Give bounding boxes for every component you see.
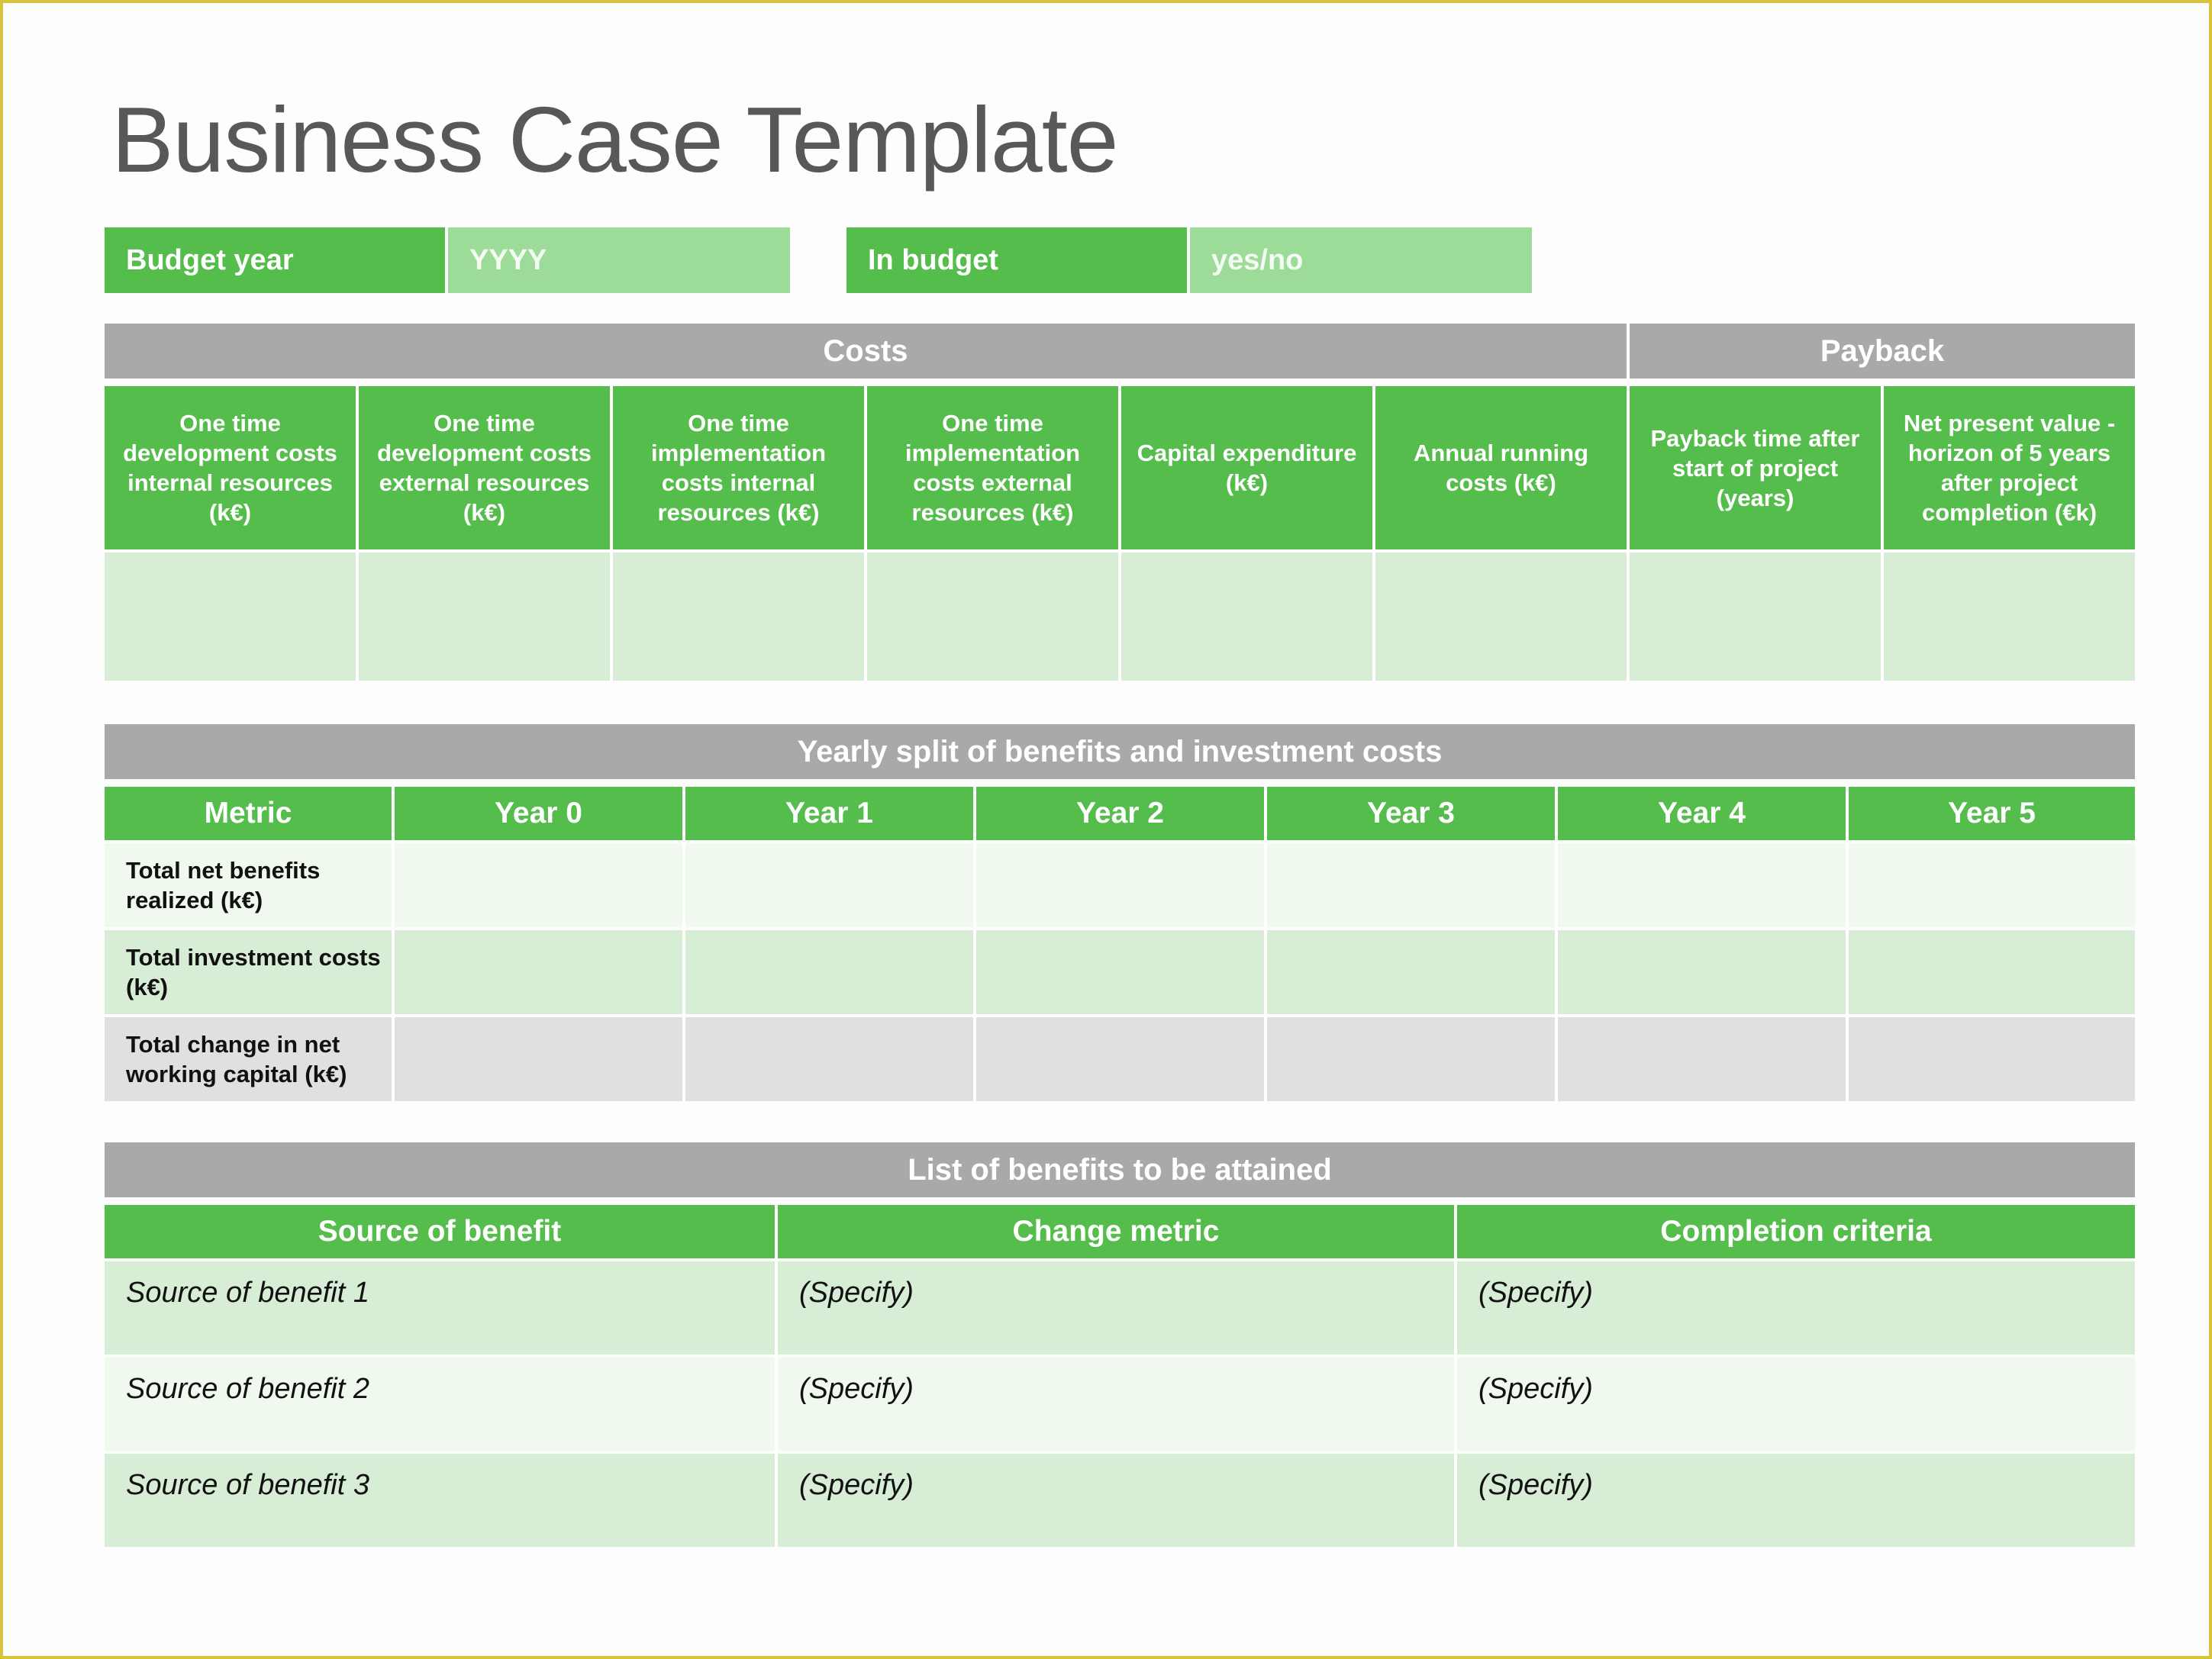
- column-header: Capital expenditure (k€): [1121, 386, 1375, 549]
- column-header-change-metric: Change metric: [778, 1205, 1457, 1258]
- column-header: One time implementation costs external r…: [867, 386, 1121, 549]
- table-cell[interactable]: [685, 843, 976, 927]
- column-header-year: Year 4: [1558, 787, 1849, 840]
- table-cell[interactable]: [685, 930, 976, 1014]
- costs-column-headers: One time development costs internal reso…: [105, 386, 2135, 549]
- table-cell[interactable]: [685, 1017, 976, 1101]
- table-row: Source of benefit 1 (Specify) (Specify): [105, 1261, 2135, 1355]
- metric-label: Total investment costs (k€): [105, 930, 395, 1014]
- benefit-completion-criteria[interactable]: (Specify): [1457, 1454, 2135, 1547]
- column-header-year: Year 1: [685, 787, 976, 840]
- payback-group-header: Payback: [1630, 324, 2135, 379]
- column-header: One time development costs internal reso…: [105, 386, 359, 549]
- costs-table: Costs Payback One time development costs…: [105, 324, 2135, 681]
- in-budget-input[interactable]: yes/no: [1190, 227, 1532, 293]
- benefit-completion-criteria[interactable]: (Specify): [1457, 1261, 2135, 1355]
- table-cell[interactable]: [613, 552, 867, 681]
- costs-data-row: [105, 552, 2135, 681]
- table-cell[interactable]: [976, 843, 1267, 927]
- column-header-completion-criteria: Completion criteria: [1457, 1205, 2135, 1258]
- table-cell[interactable]: [1267, 843, 1558, 927]
- benefit-change-metric[interactable]: (Specify): [778, 1261, 1457, 1355]
- table-cell[interactable]: [395, 1017, 685, 1101]
- table-cell[interactable]: [1849, 1017, 2135, 1101]
- table-row: Source of benefit 3 (Specify) (Specify): [105, 1454, 2135, 1547]
- benefit-change-metric[interactable]: (Specify): [778, 1454, 1457, 1547]
- in-budget-field: In budget yes/no: [846, 227, 1532, 293]
- yearly-column-headers: Metric Year 0 Year 1 Year 2 Year 3 Year …: [105, 787, 2135, 840]
- budget-year-label: Budget year: [105, 227, 445, 293]
- table-cell[interactable]: [395, 843, 685, 927]
- table-cell[interactable]: [1849, 843, 2135, 927]
- benefits-column-headers: Source of benefit Change metric Completi…: [105, 1205, 2135, 1258]
- yearly-split-table: Yearly split of benefits and investment …: [105, 724, 2135, 1101]
- table-cell[interactable]: [976, 930, 1267, 1014]
- column-header: Net present value - horizon of 5 years a…: [1884, 386, 2135, 549]
- table-row: Total investment costs (k€): [105, 930, 2135, 1014]
- benefit-source[interactable]: Source of benefit 2: [105, 1358, 778, 1451]
- table-row: Source of benefit 2 (Specify) (Specify): [105, 1358, 2135, 1451]
- column-header-year: Year 2: [976, 787, 1267, 840]
- table-cell[interactable]: [395, 930, 685, 1014]
- column-header-source: Source of benefit: [105, 1205, 778, 1258]
- budget-year-input[interactable]: YYYY: [448, 227, 790, 293]
- benefit-change-metric[interactable]: (Specify): [778, 1358, 1457, 1451]
- page-title: Business Case Template: [111, 88, 1118, 192]
- table-cell[interactable]: [1375, 552, 1630, 681]
- table-cell[interactable]: [1849, 930, 2135, 1014]
- benefits-table: List of benefits to be attained Source o…: [105, 1142, 2135, 1547]
- table-row: Total change in net working capital (k€): [105, 1017, 2135, 1101]
- budget-year-field: Budget year YYYY: [105, 227, 790, 293]
- costs-group-header: Costs: [105, 324, 1627, 379]
- table-cell[interactable]: [976, 1017, 1267, 1101]
- table-cell[interactable]: [359, 552, 613, 681]
- benefit-source[interactable]: Source of benefit 1: [105, 1261, 778, 1355]
- table-cell[interactable]: [1121, 552, 1375, 681]
- column-header-year: Year 5: [1849, 787, 2135, 840]
- metric-label: Total net benefits realized (k€): [105, 843, 395, 927]
- benefit-completion-criteria[interactable]: (Specify): [1457, 1358, 2135, 1451]
- table-cell[interactable]: [1558, 843, 1849, 927]
- column-header: One time development costs external reso…: [359, 386, 613, 549]
- yearly-split-title: Yearly split of benefits and investment …: [105, 724, 2135, 779]
- column-header: One time implementation costs internal r…: [613, 386, 867, 549]
- table-cell[interactable]: [1267, 1017, 1558, 1101]
- table-cell[interactable]: [105, 552, 359, 681]
- benefit-source[interactable]: Source of benefit 3: [105, 1454, 778, 1547]
- column-header-metric: Metric: [105, 787, 395, 840]
- table-cell[interactable]: [867, 552, 1121, 681]
- metric-label: Total change in net working capital (k€): [105, 1017, 395, 1101]
- table-cell[interactable]: [1267, 930, 1558, 1014]
- table-row: Total net benefits realized (k€): [105, 843, 2135, 927]
- column-header: Annual running costs (k€): [1375, 386, 1630, 549]
- table-cell[interactable]: [1884, 552, 2135, 681]
- benefits-title: List of benefits to be attained: [105, 1142, 2135, 1197]
- table-cell[interactable]: [1558, 1017, 1849, 1101]
- table-cell[interactable]: [1558, 930, 1849, 1014]
- column-header-year: Year 3: [1267, 787, 1558, 840]
- in-budget-label: In budget: [846, 227, 1187, 293]
- column-header: Payback time after start of project (yea…: [1630, 386, 1884, 549]
- table-cell[interactable]: [1630, 552, 1884, 681]
- column-header-year: Year 0: [395, 787, 685, 840]
